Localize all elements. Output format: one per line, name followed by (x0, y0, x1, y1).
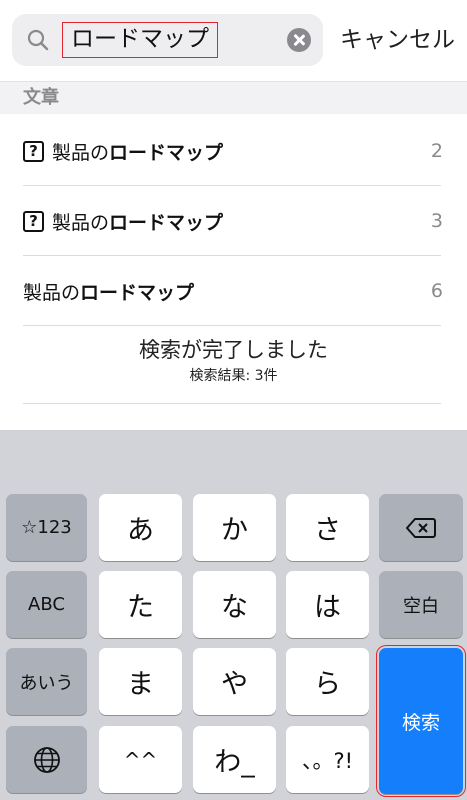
search-icon (27, 29, 49, 51)
search-input[interactable]: ロードマップ (62, 22, 218, 58)
result-row[interactable]: 製品の ロードマップ 6 (0, 256, 467, 326)
kana-key-na[interactable]: な (193, 571, 276, 638)
kana-key-ka[interactable]: か (193, 494, 276, 561)
result-count: 3 (430, 210, 443, 232)
search-key[interactable]: 検索 (376, 645, 466, 797)
result-title-prefix: 製品の (23, 281, 81, 304)
result-title-keyword: ロードマップ (80, 281, 195, 304)
question-icon: ? (23, 210, 44, 232)
result-row[interactable]: ? 製品の ロードマップ 2 (0, 116, 467, 186)
result-title-prefix: 製品の (52, 141, 110, 164)
kana-key-sa[interactable]: さ (286, 494, 369, 561)
kana-keyboard: ☆123 あ か さ ABC た な は 空白 あいう ま や ら 検索 ^^ … (0, 430, 467, 800)
clear-icon[interactable] (287, 28, 311, 52)
search-status: 検索が完了しました 検索結果: 3件 (0, 324, 467, 404)
kana-key-ya[interactable]: や (193, 648, 276, 715)
numbers-mode-key[interactable]: ☆123 (6, 494, 87, 561)
kana-key-ma[interactable]: ま (99, 648, 182, 715)
globe-key[interactable] (6, 726, 87, 793)
question-icon: ? (23, 140, 44, 162)
space-key[interactable]: 空白 (379, 571, 463, 638)
result-title-keyword: ロードマップ (109, 141, 224, 164)
kana-key-ta[interactable]: た (99, 571, 182, 638)
search-header: ロードマップ キャンセル (0, 0, 467, 82)
result-title-keyword: ロードマップ (109, 211, 224, 234)
result-row[interactable]: ? 製品の ロードマップ 3 (0, 186, 467, 256)
status-divider (23, 403, 441, 404)
kana-key-ra[interactable]: ら (286, 648, 369, 715)
section-header: 文章 (0, 82, 467, 114)
result-title-prefix: 製品の (52, 211, 110, 234)
kana-key-a[interactable]: あ (99, 494, 182, 561)
dakuten-key[interactable]: ^^ (99, 726, 182, 793)
search-field[interactable]: ロードマップ (12, 14, 323, 66)
cancel-button[interactable]: キャンセル (340, 20, 455, 60)
result-count: 2 (430, 140, 443, 162)
globe-icon (33, 746, 60, 773)
kana-mode-key[interactable]: あいう (6, 648, 87, 715)
result-count: 6 (430, 280, 443, 302)
kana-key-ha[interactable]: は (286, 571, 369, 638)
result-summary: 検索結果: 3件 (189, 368, 278, 384)
delete-key[interactable] (379, 494, 463, 561)
status-message: 検索が完了しました (139, 338, 328, 362)
kana-key-wa[interactable]: わ_ (193, 726, 276, 793)
punctuation-key[interactable]: 、。?! (286, 726, 369, 793)
abc-mode-key[interactable]: ABC (6, 571, 87, 638)
delete-backward-icon (406, 517, 436, 538)
section-label: 文章 (23, 87, 59, 108)
